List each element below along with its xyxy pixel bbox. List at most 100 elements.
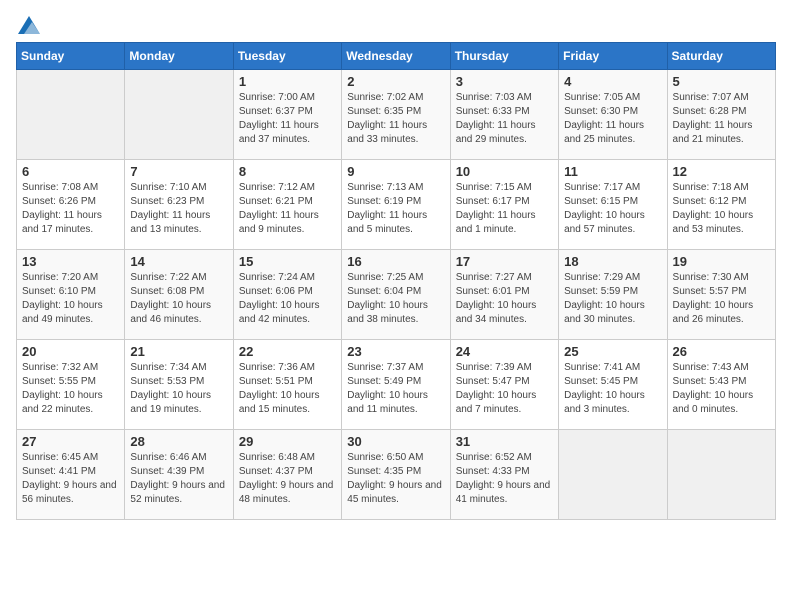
calendar-cell [667,430,775,520]
week-row-2: 6Sunrise: 7:08 AM Sunset: 6:26 PM Daylig… [17,160,776,250]
cell-day-number: 24 [456,344,553,359]
calendar-cell: 20Sunrise: 7:32 AM Sunset: 5:55 PM Dayli… [17,340,125,430]
calendar-cell: 6Sunrise: 7:08 AM Sunset: 6:26 PM Daylig… [17,160,125,250]
cell-day-info: Sunrise: 7:27 AM Sunset: 6:01 PM Dayligh… [456,271,553,327]
cell-day-info: Sunrise: 7:30 AM Sunset: 5:57 PM Dayligh… [673,271,770,327]
week-row-1: 1 Sunrise: 7:00 AM Sunset: 6:37 PM Daylig… [17,70,776,160]
cell-day-info: Sunrise: 7:22 AM Sunset: 6:08 PM Dayligh… [130,271,227,327]
cell-day-number: 7 [130,164,227,179]
calendar-cell: 12Sunrise: 7:18 AM Sunset: 6:12 PM Dayli… [667,160,775,250]
cell-day-number: 1 [239,74,336,89]
calendar-cell: 11 Sunrise: 7:17 AM Sunset: 6:15 PM Dayli… [559,160,667,250]
cell-day-info: Sunrise: 6:50 AM Sunset: 4:35 PM Dayligh… [347,451,444,507]
calendar-cell [125,70,233,160]
cell-day-info: Sunrise: 7:24 AM Sunset: 6:06 PM Dayligh… [239,271,336,327]
cell-day-number: 4 [564,74,661,89]
header-day-tuesday: Tuesday [233,43,341,70]
cell-day-info: Sunrise: 7:43 AM Sunset: 5:43 PM Dayligh… [673,361,770,417]
cell-day-number: 9 [347,164,444,179]
calendar-cell: 3 Sunrise: 7:03 AM Sunset: 6:33 PM Daylig… [450,70,558,160]
cell-day-info: Sunrise: 7:37 AM Sunset: 5:49 PM Dayligh… [347,361,444,417]
calendar-cell: 1 Sunrise: 7:00 AM Sunset: 6:37 PM Daylig… [233,70,341,160]
week-row-4: 20Sunrise: 7:32 AM Sunset: 5:55 PM Dayli… [17,340,776,430]
calendar-cell: 10Sunrise: 7:15 AM Sunset: 6:17 PM Dayli… [450,160,558,250]
calendar-cell: 29 Sunrise: 6:48 AM Sunset: 4:37 PM Dayli… [233,430,341,520]
calendar-cell: 25Sunrise: 7:41 AM Sunset: 5:45 PM Dayli… [559,340,667,430]
header-day-thursday: Thursday [450,43,558,70]
cell-day-number: 18 [564,254,661,269]
cell-day-number: 14 [130,254,227,269]
calendar-header: SundayMondayTuesdayWednesdayThursdayFrid… [17,43,776,70]
week-row-3: 13Sunrise: 7:20 AM Sunset: 6:10 PM Dayli… [17,250,776,340]
cell-day-number: 28 [130,434,227,449]
cell-day-info: Sunrise: 7:03 AM Sunset: 6:33 PM Dayligh… [456,91,553,147]
calendar-body: 1 Sunrise: 7:00 AM Sunset: 6:37 PM Daylig… [17,70,776,520]
calendar-cell: 21 Sunrise: 7:34 AM Sunset: 5:53 PM Dayli… [125,340,233,430]
week-row-5: 27 Sunrise: 6:45 AM Sunset: 4:41 PM Dayli… [17,430,776,520]
calendar-cell: 7 Sunrise: 7:10 AM Sunset: 6:23 PM Daylig… [125,160,233,250]
header-day-friday: Friday [559,43,667,70]
cell-day-number: 6 [22,164,119,179]
cell-day-number: 30 [347,434,444,449]
cell-day-info: Sunrise: 7:13 AM Sunset: 6:19 PM Dayligh… [347,181,444,237]
calendar-cell: 16 Sunrise: 7:25 AM Sunset: 6:04 PM Dayli… [342,250,450,340]
calendar-table: SundayMondayTuesdayWednesdayThursdayFrid… [16,42,776,520]
calendar-cell [559,430,667,520]
cell-day-number: 3 [456,74,553,89]
cell-day-number: 21 [130,344,227,359]
cell-day-number: 11 [564,164,661,179]
cell-day-info: Sunrise: 6:46 AM Sunset: 4:39 PM Dayligh… [130,451,227,507]
cell-day-number: 29 [239,434,336,449]
header-row: SundayMondayTuesdayWednesdayThursdayFrid… [17,43,776,70]
cell-day-info: Sunrise: 7:29 AM Sunset: 5:59 PM Dayligh… [564,271,661,327]
cell-day-info: Sunrise: 6:52 AM Sunset: 4:33 PM Dayligh… [456,451,553,507]
cell-day-info: Sunrise: 6:45 AM Sunset: 4:41 PM Dayligh… [22,451,119,507]
calendar-cell: 26 Sunrise: 7:43 AM Sunset: 5:43 PM Dayli… [667,340,775,430]
cell-day-number: 27 [22,434,119,449]
calendar-cell: 31 Sunrise: 6:52 AM Sunset: 4:33 PM Dayli… [450,430,558,520]
cell-day-info: Sunrise: 7:20 AM Sunset: 6:10 PM Dayligh… [22,271,119,327]
calendar-cell [17,70,125,160]
cell-day-info: Sunrise: 7:12 AM Sunset: 6:21 PM Dayligh… [239,181,336,237]
cell-day-number: 17 [456,254,553,269]
calendar-cell: 23 Sunrise: 7:37 AM Sunset: 5:49 PM Dayli… [342,340,450,430]
calendar-cell: 8Sunrise: 7:12 AM Sunset: 6:21 PM Daylig… [233,160,341,250]
header-day-saturday: Saturday [667,43,775,70]
page-header [16,16,776,34]
calendar-cell: 17 Sunrise: 7:27 AM Sunset: 6:01 PM Dayli… [450,250,558,340]
cell-day-info: Sunrise: 7:00 AM Sunset: 6:37 PM Dayligh… [239,91,336,147]
cell-day-number: 25 [564,344,661,359]
cell-day-number: 16 [347,254,444,269]
cell-day-info: Sunrise: 7:39 AM Sunset: 5:47 PM Dayligh… [456,361,553,417]
cell-day-number: 22 [239,344,336,359]
cell-day-number: 26 [673,344,770,359]
calendar-cell: 27 Sunrise: 6:45 AM Sunset: 4:41 PM Dayli… [17,430,125,520]
calendar-cell: 15Sunrise: 7:24 AM Sunset: 6:06 PM Dayli… [233,250,341,340]
calendar-cell: 18 Sunrise: 7:29 AM Sunset: 5:59 PM Dayli… [559,250,667,340]
cell-day-info: Sunrise: 7:10 AM Sunset: 6:23 PM Dayligh… [130,181,227,237]
calendar-cell: 22 Sunrise: 7:36 AM Sunset: 5:51 PM Dayli… [233,340,341,430]
calendar-cell: 13Sunrise: 7:20 AM Sunset: 6:10 PM Dayli… [17,250,125,340]
cell-day-info: Sunrise: 7:15 AM Sunset: 6:17 PM Dayligh… [456,181,553,237]
cell-day-info: Sunrise: 6:48 AM Sunset: 4:37 PM Dayligh… [239,451,336,507]
calendar-cell: 4Sunrise: 7:05 AM Sunset: 6:30 PM Daylig… [559,70,667,160]
cell-day-number: 31 [456,434,553,449]
calendar-cell: 14 Sunrise: 7:22 AM Sunset: 6:08 PM Dayli… [125,250,233,340]
cell-day-info: Sunrise: 7:36 AM Sunset: 5:51 PM Dayligh… [239,361,336,417]
cell-day-number: 19 [673,254,770,269]
cell-day-info: Sunrise: 7:25 AM Sunset: 6:04 PM Dayligh… [347,271,444,327]
cell-day-info: Sunrise: 7:07 AM Sunset: 6:28 PM Dayligh… [673,91,770,147]
calendar-cell: 9 Sunrise: 7:13 AM Sunset: 6:19 PM Daylig… [342,160,450,250]
calendar-cell: 24 Sunrise: 7:39 AM Sunset: 5:47 PM Dayli… [450,340,558,430]
calendar-cell: 5Sunrise: 7:07 AM Sunset: 6:28 PM Daylig… [667,70,775,160]
logo [16,16,40,34]
cell-day-info: Sunrise: 7:02 AM Sunset: 6:35 PM Dayligh… [347,91,444,147]
calendar-cell: 19 Sunrise: 7:30 AM Sunset: 5:57 PM Dayli… [667,250,775,340]
cell-day-number: 23 [347,344,444,359]
cell-day-info: Sunrise: 7:34 AM Sunset: 5:53 PM Dayligh… [130,361,227,417]
logo-icon [18,16,40,34]
cell-day-info: Sunrise: 7:17 AM Sunset: 6:15 PM Dayligh… [564,181,661,237]
cell-day-info: Sunrise: 7:18 AM Sunset: 6:12 PM Dayligh… [673,181,770,237]
calendar-cell: 28 Sunrise: 6:46 AM Sunset: 4:39 PM Dayli… [125,430,233,520]
calendar-cell: 2Sunrise: 7:02 AM Sunset: 6:35 PM Daylig… [342,70,450,160]
